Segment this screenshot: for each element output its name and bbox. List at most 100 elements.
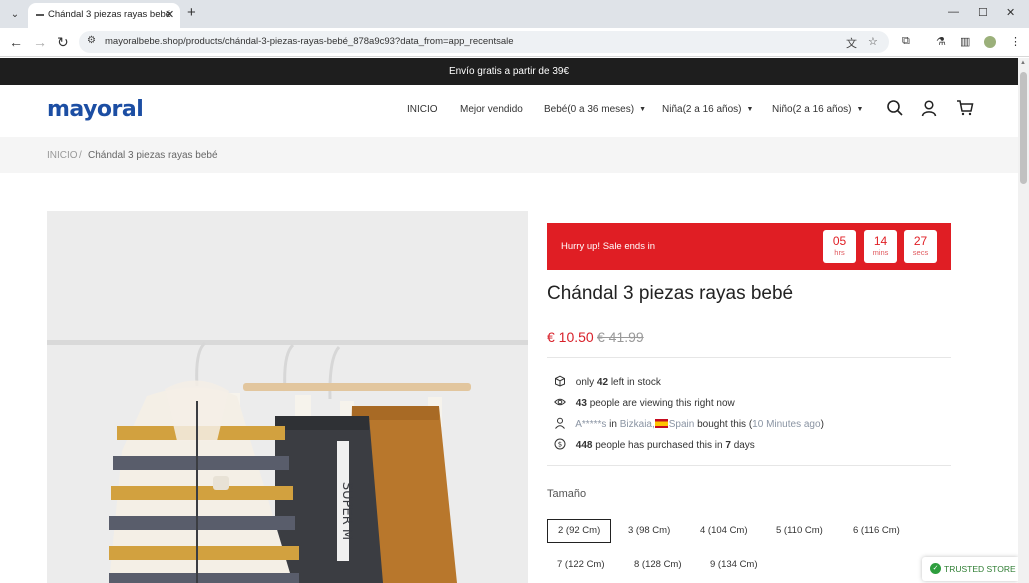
countdown-mins: 14 mins — [864, 230, 897, 263]
back-arrow-icon[interactable]: ← — [9, 34, 23, 50]
purchased-info: $ 448 people has purchased this in 7 day… — [554, 438, 755, 451]
size-option-7[interactable]: 7 (122 Cm) — [547, 553, 615, 577]
stock-post: left in stock — [610, 377, 661, 388]
caret-down-icon: ▼ — [639, 106, 646, 113]
svg-text:SUPER M: SUPER M — [339, 482, 354, 540]
viewing-post: people are viewing this right now — [589, 398, 735, 409]
translate-icon[interactable]: 文 — [846, 35, 857, 51]
recent-time: 10 Minutes ago — [752, 419, 821, 430]
recent-sale-info: A*****s in Bizkaia, Spain bought this (10… — [554, 417, 824, 430]
recent-in: in — [609, 419, 617, 430]
divider — [547, 357, 951, 358]
breadcrumb-current: Chándal 3 piezas rayas bebé — [88, 150, 218, 161]
tracksuit-illustration: SUPER M — [47, 211, 528, 583]
browser-menu-icon[interactable]: ⋮ — [1010, 35, 1021, 48]
sale-price: € 10.50 — [547, 329, 594, 345]
address-bar[interactable]: ⚙ mayoralbebe.shop/products/chándal-3-pi… — [79, 31, 889, 53]
tab-close-icon[interactable]: ✕ — [165, 8, 174, 21]
check-shield-icon: ✓ — [930, 563, 941, 574]
viewing-count: 43 — [575, 398, 587, 409]
reload-icon[interactable]: ↻ — [57, 34, 69, 50]
side-panel-icon[interactable]: ▥ — [960, 35, 970, 48]
tab-title: Chándal 3 piezas rayas bebé — [48, 9, 172, 20]
eye-icon — [554, 398, 566, 406]
countdown-hours-unit: hrs — [834, 248, 845, 257]
stock-count: 42 — [596, 377, 609, 388]
minimize-icon[interactable]: — — [948, 6, 959, 18]
page-scrollbar[interactable]: ▲ — [1018, 58, 1029, 583]
user-icon — [555, 417, 565, 429]
breadcrumb-separator: / — [79, 150, 82, 161]
profile-avatar[interactable] — [984, 36, 996, 48]
product-image[interactable]: SUPER M — [47, 211, 528, 583]
countdown-label: Hurry up! Sale ends in — [561, 241, 655, 252]
size-option-5[interactable]: 5 (110 Cm) — [766, 519, 833, 543]
stock-info: only 42 left in stock — [554, 375, 661, 388]
purchased-post: days — [733, 440, 755, 451]
sale-countdown-banner: Hurry up! Sale ends in 05 hrs 14 mins 27… — [547, 223, 951, 270]
viewing-info: 43 people are viewing this right now — [554, 396, 735, 409]
divider — [547, 465, 951, 466]
caret-down-icon: ▼ — [856, 106, 864, 113]
account-icon[interactable] — [920, 99, 938, 117]
purchased-mid: people has purchased this in — [595, 440, 723, 451]
stock-pre: only — [575, 377, 595, 388]
size-label: Tamaño — [547, 488, 587, 500]
bookmark-star-icon[interactable]: ☆ — [868, 35, 878, 48]
breadcrumb: INICIO / Chándal 3 piezas rayas bebé — [0, 137, 1018, 173]
scroll-up-arrow-icon[interactable]: ▲ — [1020, 60, 1026, 66]
recent-time-close: ) — [820, 419, 824, 430]
countdown-hours: 05 hrs — [823, 230, 856, 263]
page-viewport: Envío gratis a partir de 39€ mayoral INI… — [0, 58, 1018, 583]
nav-nino[interactable]: Niño(2 a 16 años) ▼ — [772, 104, 863, 115]
buyer-region: Bizkaia, — [619, 419, 655, 430]
tab-list-chevron-icon[interactable]: ⌄ — [6, 5, 24, 23]
buyer-country: Spain — [668, 419, 695, 430]
nav-mejor-vendido[interactable]: Mejor vendido — [460, 104, 523, 115]
trusted-store-badge[interactable]: ✓ TRUSTED STORE — [922, 557, 1018, 581]
site-header: mayoral INICIO Mejor vendido Bebé(0 a 36… — [0, 85, 1018, 137]
countdown-secs: 27 secs — [904, 230, 937, 263]
product-title: Chándal 3 piezas rayas bebé — [547, 283, 794, 304]
countdown-mins-unit: mins — [872, 248, 889, 257]
dollar-circle-icon: $ — [554, 438, 566, 450]
browser-tab-bar: ⌄ Chándal 3 piezas rayas bebé ✕ + — ☐ ✕ — [0, 0, 1029, 28]
nav-bebe[interactable]: Bebé(0 a 36 meses) ▼ — [544, 104, 646, 115]
cart-icon[interactable] — [956, 99, 974, 117]
maximize-icon[interactable]: ☐ — [978, 6, 988, 19]
nav-nina[interactable]: Niña(2 a 16 años) ▼ — [662, 104, 753, 115]
announcement-bar: Envío gratis a partir de 39€ — [0, 58, 1018, 85]
labs-flask-icon[interactable]: ⚗ — [936, 35, 946, 48]
window-close-icon[interactable]: ✕ — [1006, 6, 1015, 19]
new-tab-plus-icon[interactable]: + — [187, 4, 196, 21]
size-option-8[interactable]: 8 (128 Cm) — [624, 553, 692, 577]
extensions-icon[interactable]: ⧉ — [902, 35, 910, 48]
size-option-6[interactable]: 6 (116 Cm) — [843, 519, 910, 543]
buyer-name: A*****s — [575, 419, 607, 430]
spain-flag-icon — [654, 419, 668, 428]
size-option-3[interactable]: 3 (98 Cm) — [618, 519, 680, 543]
box-icon — [555, 375, 565, 387]
tab-favicon-icon — [36, 14, 44, 16]
search-icon[interactable] — [886, 99, 904, 117]
url-text[interactable]: mayoralbebe.shop/products/chándal-3-piez… — [105, 36, 514, 47]
size-option-9[interactable]: 9 (134 Cm) — [700, 553, 768, 577]
site-info-icon[interactable]: ⚙ — [87, 35, 96, 46]
countdown-hours-value: 05 — [832, 234, 847, 248]
browser-toolbar: ← → ↻ ⚙ mayoralbebe.shop/products/chánda… — [0, 28, 1029, 57]
breadcrumb-home[interactable]: INICIO — [47, 150, 78, 161]
compare-price: € 41.99 — [597, 329, 644, 345]
nav-inicio[interactable]: INICIO — [407, 104, 438, 115]
purchased-count: 448 — [575, 440, 593, 451]
recent-action: bought this — [697, 419, 747, 430]
size-option-4[interactable]: 4 (104 Cm) — [690, 519, 758, 543]
caret-down-icon: ▼ — [746, 106, 754, 113]
purchased-days: 7 — [725, 440, 731, 451]
scrollbar-thumb[interactable] — [1020, 72, 1027, 184]
size-option-2[interactable]: 2 (92 Cm) — [547, 519, 612, 543]
browser-tab[interactable]: Chándal 3 piezas rayas bebé ✕ — [28, 3, 180, 28]
countdown-secs-value: 27 — [913, 234, 928, 248]
forward-arrow-icon[interactable]: → — [33, 34, 47, 50]
trusted-store-label: TRUSTED STORE — [944, 564, 1016, 574]
mayoral-logo[interactable]: mayoral — [47, 97, 144, 122]
